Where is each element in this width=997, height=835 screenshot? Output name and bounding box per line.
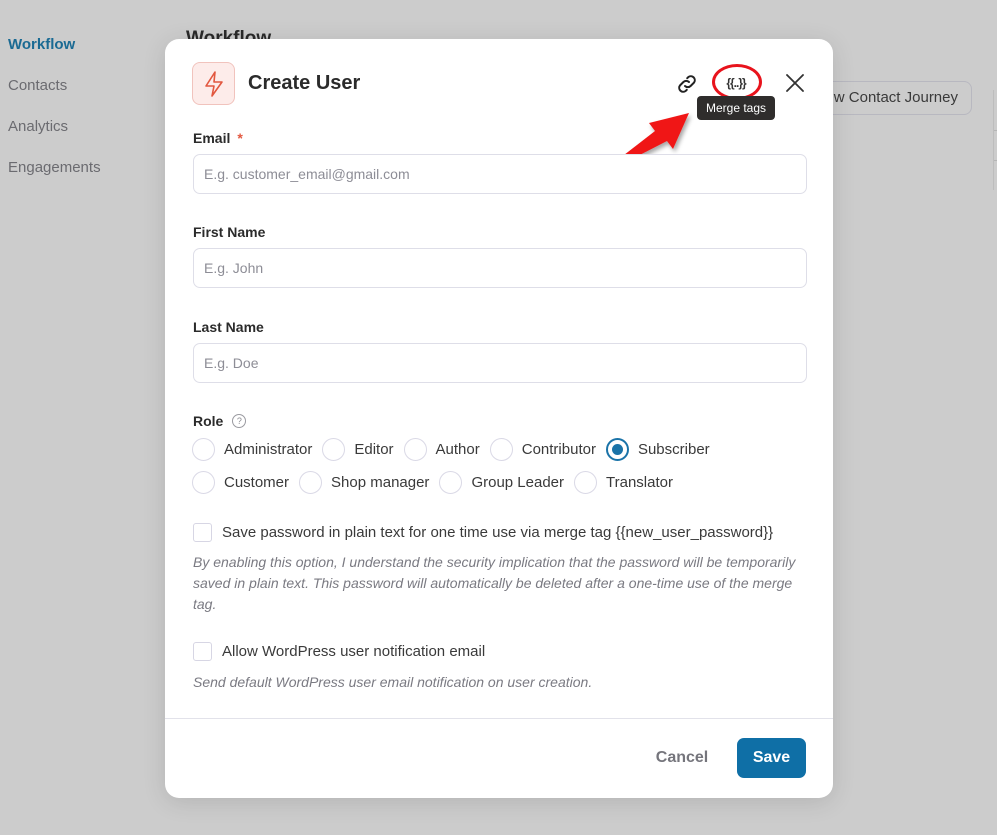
- required-marker: *: [237, 130, 243, 146]
- link-icon: [678, 75, 696, 93]
- radio-button[interactable]: [489, 438, 513, 461]
- notification-checkbox[interactable]: [193, 642, 212, 661]
- radio-button[interactable]: [192, 471, 215, 494]
- radio-button[interactable]: [322, 438, 346, 461]
- radio-button[interactable]: [439, 471, 463, 494]
- role-option-customer[interactable]: Customer: [192, 471, 289, 494]
- merge-tags-tooltip: Merge tags: [697, 96, 776, 120]
- radio-button[interactable]: [403, 438, 427, 461]
- role-option-label: Shop manager: [331, 474, 430, 491]
- save-password-label: Save password in plain text for one time…: [222, 524, 774, 541]
- create-user-modal: Create User {{..}} Merge tags Email* Fir…: [165, 39, 833, 798]
- lightning-bolt-icon: [192, 62, 235, 105]
- role-options-row-1: Administrator Editor Author Contributor …: [192, 438, 720, 461]
- role-option-subscriber[interactable]: Subscriber: [605, 438, 710, 461]
- role-option-label: Administrator: [224, 441, 313, 458]
- role-option-label: Group Leader: [471, 474, 565, 491]
- role-label: Role ?: [193, 413, 247, 429]
- role-option-group-leader[interactable]: Group Leader: [439, 471, 564, 494]
- email-label: Email *: [193, 130, 243, 146]
- save-password-checkbox[interactable]: [193, 523, 212, 542]
- role-option-label: Contributor: [521, 441, 596, 458]
- save-password-help-text: By enabling this option, I understand th…: [193, 554, 796, 612]
- role-option-translator[interactable]: Translator: [574, 471, 673, 494]
- email-input[interactable]: [193, 154, 807, 194]
- background-panel-edge: [993, 90, 997, 190]
- role-option-editor[interactable]: Editor: [322, 438, 394, 461]
- first-name-input[interactable]: [193, 248, 807, 288]
- notification-label: Allow WordPress user notification email: [222, 643, 486, 660]
- role-option-contributor[interactable]: Contributor: [489, 438, 596, 461]
- role-option-label: Subscriber: [637, 441, 710, 458]
- first-name-label: First Name: [193, 224, 266, 240]
- help-icon[interactable]: ?: [232, 414, 247, 428]
- role-option-label: Author: [435, 441, 480, 458]
- save-password-option[interactable]: Save password in plain text for one time…: [193, 523, 773, 542]
- email-label-text: Email: [193, 130, 231, 146]
- sidebar-item-contacts[interactable]: Contacts: [8, 75, 101, 116]
- footer-divider: [165, 718, 833, 719]
- modal-header: Create User: [192, 62, 360, 105]
- close-button[interactable]: [782, 70, 808, 96]
- role-options-row-2: Customer Shop manager Group Leader Trans…: [192, 471, 683, 494]
- modal-title: Create User: [248, 72, 361, 94]
- role-option-author[interactable]: Author: [403, 438, 480, 461]
- sidebar-item-engagements[interactable]: Engagements: [8, 157, 101, 198]
- role-option-shop-manager[interactable]: Shop manager: [299, 471, 429, 494]
- radio-button[interactable]: [299, 471, 323, 494]
- cancel-button[interactable]: Cancel: [643, 738, 721, 778]
- role-option-label: Translator: [606, 474, 673, 491]
- last-name-input[interactable]: [193, 343, 807, 383]
- role-option-administrator[interactable]: Administrator: [192, 438, 312, 461]
- radio-button[interactable]: [192, 438, 215, 461]
- save-button[interactable]: Save: [737, 738, 806, 778]
- notification-help-text: Send default WordPress user email notifi…: [193, 674, 593, 690]
- role-label-text: Role: [193, 413, 224, 429]
- last-name-label: Last Name: [193, 319, 264, 335]
- annotation-highlight-circle: [712, 64, 762, 100]
- link-button[interactable]: [673, 70, 701, 98]
- radio-button-selected[interactable]: [605, 438, 629, 461]
- role-option-label: Editor: [354, 441, 394, 458]
- sidebar: Workflow Contacts Analytics Engagements: [8, 34, 101, 198]
- sidebar-item-workflow[interactable]: Workflow: [8, 34, 101, 75]
- role-option-label: Customer: [224, 474, 290, 491]
- radio-button[interactable]: [574, 471, 598, 494]
- notification-option[interactable]: Allow WordPress user notification email: [193, 642, 485, 661]
- close-icon: [786, 74, 804, 92]
- sidebar-item-analytics[interactable]: Analytics: [8, 116, 101, 157]
